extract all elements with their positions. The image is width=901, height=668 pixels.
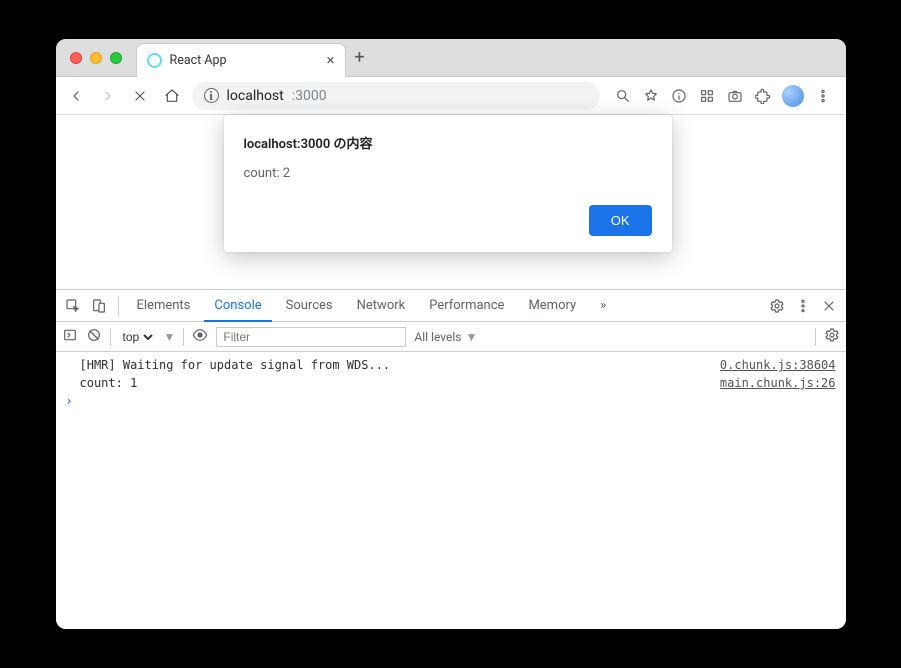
devtools-tabs: Elements Console Sources Network Perform… — [56, 290, 846, 322]
log-levels-select[interactable]: All levels ▼ — [414, 330, 477, 344]
console-toolbar: top ▼ All levels ▼ — [56, 322, 846, 352]
url-port: :3000 — [292, 88, 327, 104]
forward-button[interactable] — [96, 84, 120, 108]
tab-network[interactable]: Network — [347, 290, 416, 322]
minimize-window-button[interactable] — [90, 52, 102, 64]
stop-button[interactable] — [128, 84, 152, 108]
toolbar: i localhost :3000 — [56, 77, 846, 115]
console-prompt[interactable]: › — [56, 392, 846, 410]
settings-icon[interactable] — [766, 295, 788, 317]
live-expression-icon[interactable] — [192, 327, 208, 346]
titlebar: React App × + — [56, 39, 846, 77]
tab-memory[interactable]: Memory — [518, 290, 586, 322]
clear-console-icon[interactable] — [86, 327, 102, 346]
tab-performance[interactable]: Performance — [419, 290, 514, 322]
dialog-message: count: 2 — [244, 166, 652, 181]
console-body: [HMR] Waiting for update signal from WDS… — [56, 352, 846, 629]
inspect-icon[interactable] — [62, 295, 84, 317]
filter-input[interactable] — [216, 327, 406, 347]
toolbar-right — [608, 85, 838, 107]
home-button[interactable] — [160, 84, 184, 108]
tab-sources[interactable]: Sources — [276, 290, 343, 322]
browser-window: React App × + i localhost :3000 localhost… — [56, 39, 846, 629]
maximize-window-button[interactable] — [110, 52, 122, 64]
chrome-menu-icon[interactable] — [814, 87, 832, 105]
back-button[interactable] — [64, 84, 88, 108]
extensions-icon[interactable] — [754, 87, 772, 105]
ok-button[interactable]: OK — [589, 205, 652, 236]
tab-more[interactable]: » — [590, 290, 616, 322]
log-message: [HMR] Waiting for update signal from WDS… — [80, 358, 720, 372]
close-tab-button[interactable]: × — [326, 51, 334, 69]
log-message: count: 1 — [80, 376, 720, 390]
tab-console[interactable]: Console — [204, 290, 271, 322]
tab-elements[interactable]: Elements — [127, 290, 201, 322]
close-window-button[interactable] — [70, 52, 82, 64]
new-tab-button[interactable]: + — [346, 47, 374, 68]
extension-info-icon[interactable] — [670, 87, 688, 105]
url-host: localhost — [227, 88, 284, 104]
log-source-link[interactable]: 0.chunk.js:38604 — [720, 358, 836, 372]
alert-dialog: localhost:3000 の内容 count: 2 OK — [224, 115, 672, 252]
profile-avatar[interactable] — [782, 85, 804, 107]
log-row: [HMR] Waiting for update signal from WDS… — [56, 356, 846, 374]
address-bar[interactable]: i localhost :3000 — [192, 82, 600, 110]
traffic-lights — [56, 52, 136, 64]
react-favicon-icon — [147, 53, 162, 68]
zoom-icon[interactable] — [614, 87, 632, 105]
devtools-panel: Elements Console Sources Network Perform… — [56, 289, 846, 629]
qr-icon[interactable] — [698, 87, 716, 105]
camera-icon[interactable] — [726, 87, 744, 105]
devtools-close-icon[interactable] — [818, 295, 840, 317]
devtools-menu-icon[interactable] — [792, 295, 814, 317]
dialog-title: localhost:3000 の内容 — [244, 133, 652, 152]
tab-title: React App — [170, 53, 227, 68]
site-info-icon[interactable]: i — [204, 88, 219, 103]
context-select[interactable]: top — [119, 326, 156, 348]
page-content: localhost:3000 の内容 count: 2 OK — [56, 115, 846, 289]
bookmark-icon[interactable] — [642, 87, 660, 105]
log-source-link[interactable]: main.chunk.js:26 — [720, 376, 836, 390]
console-sidebar-toggle-icon[interactable] — [62, 327, 78, 346]
device-toggle-icon[interactable] — [88, 295, 110, 317]
log-row: count: 1 main.chunk.js:26 — [56, 374, 846, 392]
console-settings-icon[interactable] — [824, 327, 840, 346]
browser-tab[interactable]: React App × — [136, 43, 346, 77]
